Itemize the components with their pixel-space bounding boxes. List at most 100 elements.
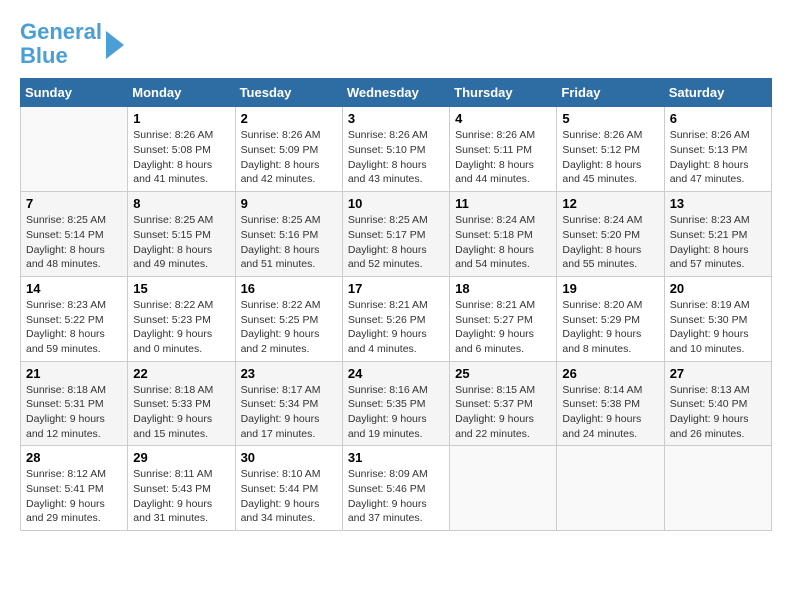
day-number: 6 [670, 111, 766, 126]
header-day-thursday: Thursday [450, 79, 557, 107]
day-number: 12 [562, 196, 658, 211]
day-number: 14 [26, 281, 122, 296]
day-detail: Sunrise: 8:17 AMSunset: 5:34 PMDaylight:… [241, 383, 337, 442]
day-number: 22 [133, 366, 229, 381]
day-detail: Sunrise: 8:22 AMSunset: 5:23 PMDaylight:… [133, 298, 229, 357]
day-detail: Sunrise: 8:20 AMSunset: 5:29 PMDaylight:… [562, 298, 658, 357]
day-detail: Sunrise: 8:24 AMSunset: 5:18 PMDaylight:… [455, 213, 551, 272]
day-number: 8 [133, 196, 229, 211]
week-row-1: 1 Sunrise: 8:26 AMSunset: 5:08 PMDaylight… [21, 107, 772, 192]
day-detail: Sunrise: 8:19 AMSunset: 5:30 PMDaylight:… [670, 298, 766, 357]
day-detail: Sunrise: 8:22 AMSunset: 5:25 PMDaylight:… [241, 298, 337, 357]
logo: General Blue [20, 20, 124, 68]
day-number: 11 [455, 196, 551, 211]
header-day-sunday: Sunday [21, 79, 128, 107]
calendar-cell: 21Sunrise: 8:18 AMSunset: 5:31 PMDayligh… [21, 361, 128, 446]
week-row-2: 7 Sunrise: 8:25 AMSunset: 5:14 PMDaylight… [21, 192, 772, 277]
day-detail: Sunrise: 8:15 AMSunset: 5:37 PMDaylight:… [455, 383, 551, 442]
header-day-friday: Friday [557, 79, 664, 107]
day-number: 15 [133, 281, 229, 296]
calendar-cell: 15 Sunrise: 8:22 AMSunset: 5:23 PMDayligh… [128, 276, 235, 361]
calendar-cell: 24 Sunrise: 8:16 AMSunset: 5:35 PMDayligh… [342, 361, 449, 446]
day-number: 5 [562, 111, 658, 126]
day-number: 26 [562, 366, 658, 381]
calendar-cell [664, 446, 771, 531]
day-detail: Sunrise: 8:26 AMSunset: 5:08 PMDaylight:… [133, 128, 229, 187]
calendar-cell: 18 Sunrise: 8:21 AMSunset: 5:27 PMDayligh… [450, 276, 557, 361]
day-number: 23 [241, 366, 337, 381]
calendar-cell: 28Sunrise: 8:12 AMSunset: 5:41 PMDayligh… [21, 446, 128, 531]
calendar-cell: 10Sunrise: 8:25 AMSunset: 5:17 PMDayligh… [342, 192, 449, 277]
day-detail: Sunrise: 8:26 AMSunset: 5:09 PMDaylight:… [241, 128, 337, 187]
calendar-cell: 3Sunrise: 8:26 AMSunset: 5:10 PMDaylight… [342, 107, 449, 192]
header-day-tuesday: Tuesday [235, 79, 342, 107]
day-number: 1 [133, 111, 229, 126]
calendar-cell: 9 Sunrise: 8:25 AMSunset: 5:16 PMDaylight… [235, 192, 342, 277]
day-number: 19 [562, 281, 658, 296]
calendar-cell: 23 Sunrise: 8:17 AMSunset: 5:34 PMDayligh… [235, 361, 342, 446]
day-detail: Sunrise: 8:25 AMSunset: 5:17 PMDaylight:… [348, 213, 444, 272]
day-detail: Sunrise: 8:21 AMSunset: 5:27 PMDaylight:… [455, 298, 551, 357]
day-number: 25 [455, 366, 551, 381]
calendar-cell: 25 Sunrise: 8:15 AMSunset: 5:37 PMDayligh… [450, 361, 557, 446]
header-day-wednesday: Wednesday [342, 79, 449, 107]
calendar-cell: 31 Sunrise: 8:09 AMSunset: 5:46 PMDayligh… [342, 446, 449, 531]
header-day-saturday: Saturday [664, 79, 771, 107]
day-detail: Sunrise: 8:18 AMSunset: 5:31 PMDaylight:… [26, 383, 122, 442]
calendar-cell: 2 Sunrise: 8:26 AMSunset: 5:09 PMDaylight… [235, 107, 342, 192]
day-number: 20 [670, 281, 766, 296]
day-number: 27 [670, 366, 766, 381]
logo-general: General [20, 19, 102, 44]
day-detail: Sunrise: 8:25 AMSunset: 5:15 PMDaylight:… [133, 213, 229, 272]
day-detail: Sunrise: 8:23 AMSunset: 5:21 PMDaylight:… [670, 213, 766, 272]
calendar-cell: 20 Sunrise: 8:19 AMSunset: 5:30 PMDayligh… [664, 276, 771, 361]
day-number: 3 [348, 111, 444, 126]
day-number: 31 [348, 450, 444, 465]
calendar-cell: 14 Sunrise: 8:23 AMSunset: 5:22 PMDayligh… [21, 276, 128, 361]
day-detail: Sunrise: 8:18 AMSunset: 5:33 PMDaylight:… [133, 383, 229, 442]
day-number: 4 [455, 111, 551, 126]
day-number: 17 [348, 281, 444, 296]
calendar-cell: 6 Sunrise: 8:26 AMSunset: 5:13 PMDaylight… [664, 107, 771, 192]
day-detail: Sunrise: 8:21 AMSunset: 5:26 PMDaylight:… [348, 298, 444, 357]
calendar-cell: 1 Sunrise: 8:26 AMSunset: 5:08 PMDaylight… [128, 107, 235, 192]
day-number: 13 [670, 196, 766, 211]
day-detail: Sunrise: 8:12 AMSunset: 5:41 PMDaylight:… [26, 467, 122, 526]
calendar-cell: 16Sunrise: 8:22 AMSunset: 5:25 PMDayligh… [235, 276, 342, 361]
header-day-monday: Monday [128, 79, 235, 107]
calendar-cell: 13 Sunrise: 8:23 AMSunset: 5:21 PMDayligh… [664, 192, 771, 277]
day-detail: Sunrise: 8:25 AMSunset: 5:14 PMDaylight:… [26, 213, 122, 272]
calendar-cell [557, 446, 664, 531]
logo-arrow-icon [106, 31, 124, 59]
day-detail: Sunrise: 8:16 AMSunset: 5:35 PMDaylight:… [348, 383, 444, 442]
header-row: SundayMondayTuesdayWednesdayThursdayFrid… [21, 79, 772, 107]
day-number: 18 [455, 281, 551, 296]
calendar-cell: 26 Sunrise: 8:14 AMSunset: 5:38 PMDayligh… [557, 361, 664, 446]
calendar-cell: 22 Sunrise: 8:18 AMSunset: 5:33 PMDayligh… [128, 361, 235, 446]
day-number: 2 [241, 111, 337, 126]
day-detail: Sunrise: 8:13 AMSunset: 5:40 PMDaylight:… [670, 383, 766, 442]
week-row-5: 28Sunrise: 8:12 AMSunset: 5:41 PMDayligh… [21, 446, 772, 531]
day-number: 24 [348, 366, 444, 381]
day-detail: Sunrise: 8:09 AMSunset: 5:46 PMDaylight:… [348, 467, 444, 526]
day-detail: Sunrise: 8:24 AMSunset: 5:20 PMDaylight:… [562, 213, 658, 272]
day-number: 9 [241, 196, 337, 211]
calendar-cell [450, 446, 557, 531]
logo-text: General Blue [20, 20, 102, 68]
calendar-cell: 12 Sunrise: 8:24 AMSunset: 5:20 PMDayligh… [557, 192, 664, 277]
day-detail: Sunrise: 8:25 AMSunset: 5:16 PMDaylight:… [241, 213, 337, 272]
day-detail: Sunrise: 8:26 AMSunset: 5:11 PMDaylight:… [455, 128, 551, 187]
day-detail: Sunrise: 8:26 AMSunset: 5:13 PMDaylight:… [670, 128, 766, 187]
calendar-cell: 30 Sunrise: 8:10 AMSunset: 5:44 PMDayligh… [235, 446, 342, 531]
calendar-cell: 7 Sunrise: 8:25 AMSunset: 5:14 PMDaylight… [21, 192, 128, 277]
day-number: 7 [26, 196, 122, 211]
page-header: General Blue [20, 20, 772, 68]
calendar-cell: 11 Sunrise: 8:24 AMSunset: 5:18 PMDayligh… [450, 192, 557, 277]
calendar-cell: 27 Sunrise: 8:13 AMSunset: 5:40 PMDayligh… [664, 361, 771, 446]
day-detail: Sunrise: 8:23 AMSunset: 5:22 PMDaylight:… [26, 298, 122, 357]
calendar-cell: 19 Sunrise: 8:20 AMSunset: 5:29 PMDayligh… [557, 276, 664, 361]
calendar-table: SundayMondayTuesdayWednesdayThursdayFrid… [20, 78, 772, 531]
day-number: 30 [241, 450, 337, 465]
day-detail: Sunrise: 8:10 AMSunset: 5:44 PMDaylight:… [241, 467, 337, 526]
day-detail: Sunrise: 8:14 AMSunset: 5:38 PMDaylight:… [562, 383, 658, 442]
